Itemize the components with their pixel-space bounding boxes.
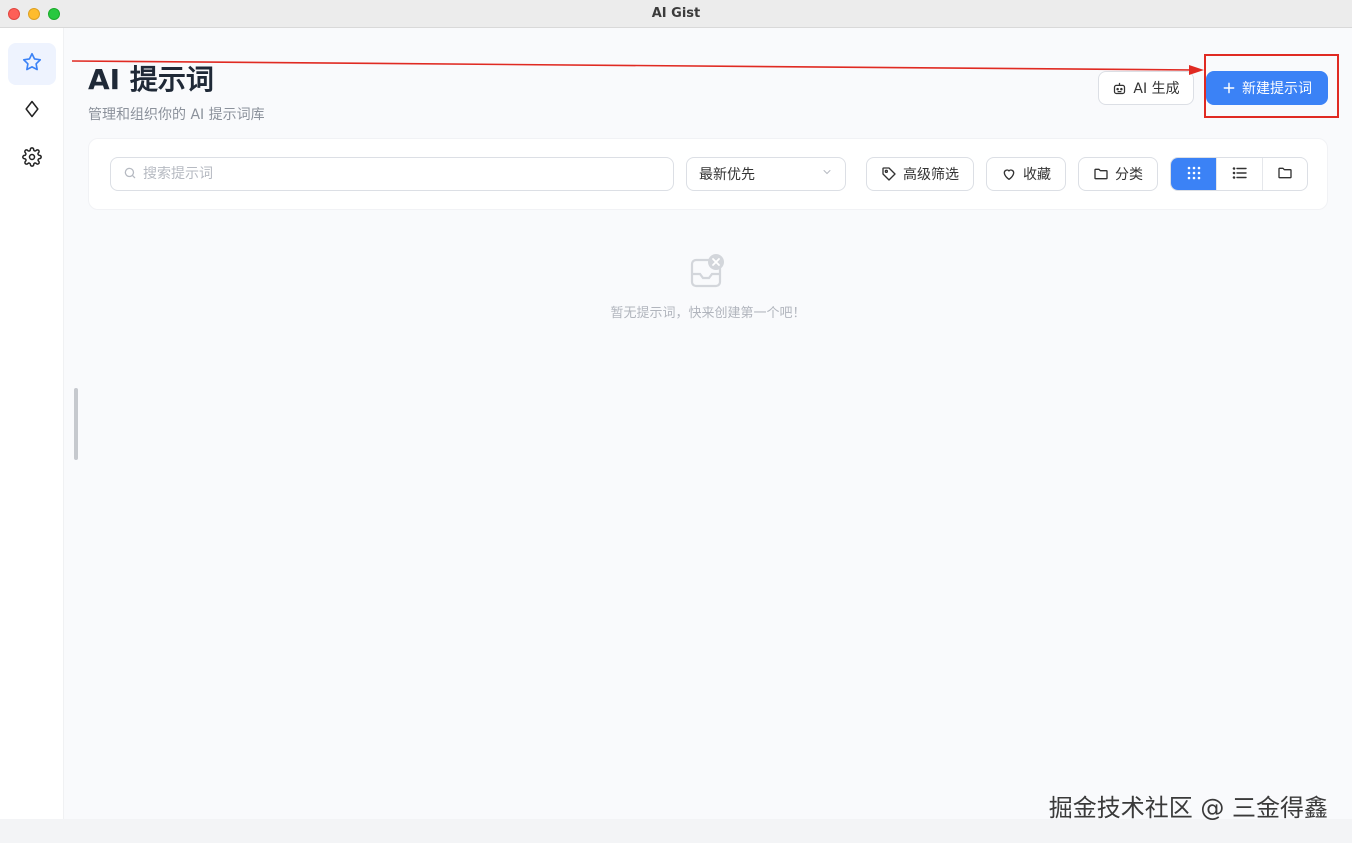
main-content: AI 提示词 管理和组织你的 AI 提示词库 AI 生成 新建提示词 最新优先 [64, 28, 1352, 819]
ai-generate-label: AI 生成 [1133, 81, 1180, 97]
page-title: AI 提示词 [88, 63, 214, 96]
search-icon [123, 165, 137, 184]
new-prompt-button[interactable]: 新建提示词 [1206, 71, 1328, 105]
sidebar-item-prompts[interactable] [8, 43, 56, 85]
window-titlebar: AI Gist [0, 0, 1352, 28]
sidebar-item-diamond[interactable] [8, 90, 56, 132]
view-mode-toggle [1170, 157, 1308, 191]
diamond-icon [22, 99, 42, 123]
new-prompt-label: 新建提示词 [1242, 81, 1312, 97]
page-subtitle: 管理和组织你的 AI 提示词库 [88, 107, 265, 123]
search-box [110, 157, 674, 191]
grid-icon [1186, 165, 1202, 185]
search-input[interactable] [143, 166, 643, 182]
heart-icon [1001, 166, 1017, 182]
gear-icon [22, 147, 42, 171]
robot-icon [1112, 81, 1127, 96]
advanced-filter-button[interactable]: 高级筛选 [866, 157, 974, 191]
ai-generate-button[interactable]: AI 生成 [1098, 71, 1194, 105]
list-view-button[interactable] [1216, 158, 1261, 190]
category-button[interactable]: 分类 [1078, 157, 1158, 191]
folder-icon [1093, 166, 1109, 182]
watermark-text: 掘金技术社区 @ 三金得鑫 [1048, 794, 1328, 822]
scrollbar-thumb[interactable] [74, 388, 78, 460]
list-icon [1232, 165, 1248, 185]
sidebar-item-settings[interactable] [8, 138, 56, 180]
sidebar [0, 28, 64, 819]
filter-toolbar: 最新优先 高级筛选 收藏 分类 [88, 138, 1328, 210]
category-label: 分类 [1115, 167, 1143, 183]
sort-select[interactable]: 最新优先 [686, 157, 846, 191]
star-icon [21, 51, 43, 77]
plus-icon [1222, 81, 1236, 95]
favorites-label: 收藏 [1023, 167, 1051, 183]
tag-icon [881, 166, 897, 182]
advanced-filter-label: 高级筛选 [903, 167, 959, 183]
empty-inbox-icon [690, 252, 726, 294]
sort-select-value: 最新优先 [699, 167, 755, 183]
folder-icon [1277, 165, 1293, 185]
window-title: AI Gist [651, 6, 701, 21]
chevron-down-icon [821, 166, 833, 182]
folder-view-button[interactable] [1261, 158, 1307, 190]
empty-state-message: 暂无提示词，快来创建第一个吧！ [610, 306, 806, 321]
favorites-button[interactable]: 收藏 [986, 157, 1066, 191]
grid-view-button[interactable] [1171, 158, 1217, 190]
